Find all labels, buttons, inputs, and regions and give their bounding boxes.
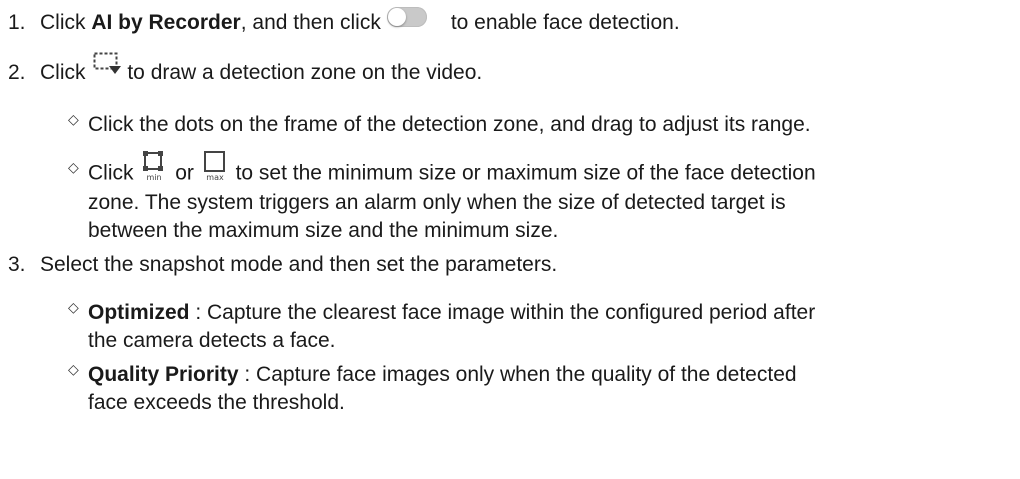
svg-text:max: max — [206, 173, 224, 182]
bullet-text: between the maximum size and the minimum… — [88, 219, 559, 242]
step-number: 3. — [8, 253, 26, 276]
step-text: to draw a detection zone on the video. — [127, 61, 483, 84]
bullet-marker: ◇ — [68, 300, 79, 316]
step-1: 1. Click AI by Recorder, and then click to… — [8, 7, 680, 37]
bullet-text: Quality Priority : Capture face images o… — [88, 363, 797, 386]
step-text: Select the snapshot mode and then set th… — [40, 253, 558, 276]
bullet-text: Optimized : Capture the clearest face im… — [88, 301, 816, 324]
svg-text:min: min — [147, 173, 162, 182]
step-bold-term: AI by Recorder — [91, 11, 241, 34]
bullet-text: Click the dots on the frame of the detec… — [88, 113, 811, 136]
bullet-marker: ◇ — [68, 112, 79, 128]
bullet-text: Click min or max to set the minimum size… — [88, 151, 1018, 190]
bullet-marker: ◇ — [68, 362, 79, 378]
bullet-text: zone. The system triggers an alarm only … — [88, 191, 786, 214]
bullet-text: the camera detects a face. — [88, 329, 336, 352]
step-2: 2. Click to draw a detection zone on the … — [8, 52, 483, 87]
toggle-off-icon — [386, 7, 427, 28]
step-text: Click — [40, 11, 92, 34]
step-text: Click — [40, 61, 86, 84]
document: 1. Click AI by Recorder, and then click to… — [0, 0, 1020, 479]
step-number: 2. — [8, 61, 26, 84]
bullet-marker: ◇ — [68, 160, 79, 176]
max-size-icon: max — [203, 151, 225, 182]
step-3: 3. Select the snapshot mode and then set … — [8, 250, 557, 279]
draw-zone-icon — [93, 52, 122, 75]
bullet-text: face exceeds the threshold. — [88, 391, 345, 414]
step-text: to enable face detection. — [450, 11, 680, 34]
step-number: 1. — [8, 11, 26, 34]
step-text: , and then click — [240, 11, 381, 34]
min-size-icon: min — [143, 151, 164, 182]
